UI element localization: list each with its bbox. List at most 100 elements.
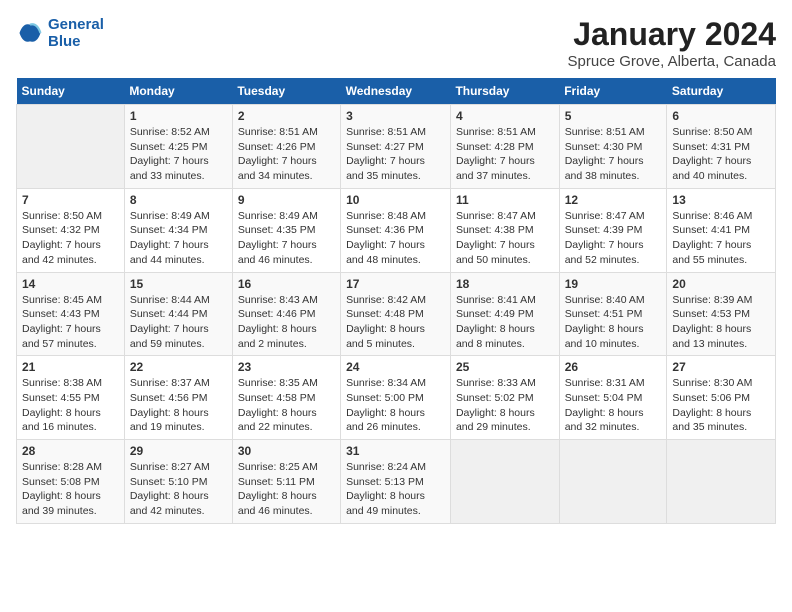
day-info: Sunrise: 8:46 AM Sunset: 4:41 PM Dayligh… (672, 209, 770, 268)
day-info: Sunrise: 8:37 AM Sunset: 4:56 PM Dayligh… (130, 376, 227, 435)
day-number: 14 (22, 277, 119, 291)
day-info: Sunrise: 8:27 AM Sunset: 5:10 PM Dayligh… (130, 460, 227, 519)
calendar-day-cell: 29 Sunrise: 8:27 AM Sunset: 5:10 PM Dayli… (124, 440, 232, 524)
day-number: 13 (672, 193, 770, 207)
calendar-day-cell: 20Sunrise: 8:39 AM Sunset: 4:53 PM Dayli… (667, 272, 776, 356)
day-info: Sunrise: 8:51 AM Sunset: 4:30 PM Dayligh… (565, 125, 662, 184)
calendar-title: January 2024 (568, 16, 776, 53)
day-info: Sunrise: 8:51 AM Sunset: 4:26 PM Dayligh… (238, 125, 335, 184)
day-number: 29 (130, 444, 227, 458)
weekday-header-monday: Monday (124, 78, 232, 105)
day-info: Sunrise: 8:34 AM Sunset: 5:00 PM Dayligh… (346, 376, 445, 435)
day-info: Sunrise: 8:30 AM Sunset: 5:06 PM Dayligh… (672, 376, 770, 435)
day-info: Sunrise: 8:40 AM Sunset: 4:51 PM Dayligh… (565, 293, 662, 352)
calendar-day-cell: 12Sunrise: 8:47 AM Sunset: 4:39 PM Dayli… (559, 188, 667, 272)
day-info: Sunrise: 8:50 AM Sunset: 4:31 PM Dayligh… (672, 125, 770, 184)
calendar-day-cell: 23 Sunrise: 8:35 AM Sunset: 4:58 PM Dayli… (232, 356, 340, 440)
calendar-day-cell: 2 Sunrise: 8:51 AM Sunset: 4:26 PM Daylig… (232, 105, 340, 189)
weekday-header-friday: Friday (559, 78, 667, 105)
day-info: Sunrise: 8:52 AM Sunset: 4:25 PM Dayligh… (130, 125, 227, 184)
weekday-header-wednesday: Wednesday (341, 78, 451, 105)
day-info: Sunrise: 8:35 AM Sunset: 4:58 PM Dayligh… (238, 376, 335, 435)
day-info: Sunrise: 8:49 AM Sunset: 4:35 PM Dayligh… (238, 209, 335, 268)
calendar-day-cell: 9 Sunrise: 8:49 AM Sunset: 4:35 PM Daylig… (232, 188, 340, 272)
calendar-week-row: 21 Sunrise: 8:38 AM Sunset: 4:55 PM Dayli… (17, 356, 776, 440)
weekday-header-tuesday: Tuesday (232, 78, 340, 105)
day-info: Sunrise: 8:51 AM Sunset: 4:27 PM Dayligh… (346, 125, 445, 184)
calendar-day-cell: 13 Sunrise: 8:46 AM Sunset: 4:41 PM Dayli… (667, 188, 776, 272)
day-info: Sunrise: 8:50 AM Sunset: 4:32 PM Dayligh… (22, 209, 119, 268)
day-number: 24 (346, 360, 445, 374)
day-number: 6 (672, 109, 770, 123)
calendar-day-cell: 21 Sunrise: 8:38 AM Sunset: 4:55 PM Dayli… (17, 356, 125, 440)
day-number: 5 (565, 109, 662, 123)
day-info: Sunrise: 8:42 AM Sunset: 4:48 PM Dayligh… (346, 293, 445, 352)
day-info: Sunrise: 8:45 AM Sunset: 4:43 PM Dayligh… (22, 293, 119, 352)
day-number: 12 (565, 193, 662, 207)
day-number: 9 (238, 193, 335, 207)
day-number: 10 (346, 193, 445, 207)
day-number: 15 (130, 277, 227, 291)
calendar-day-cell: 25Sunrise: 8:33 AM Sunset: 5:02 PM Dayli… (450, 356, 559, 440)
day-number: 23 (238, 360, 335, 374)
day-number: 27 (672, 360, 770, 374)
day-number: 8 (130, 193, 227, 207)
calendar-week-row: 1 Sunrise: 8:52 AM Sunset: 4:25 PM Daylig… (17, 105, 776, 189)
calendar-day-cell (17, 105, 125, 189)
calendar-day-cell: 22Sunrise: 8:37 AM Sunset: 4:56 PM Dayli… (124, 356, 232, 440)
day-number: 1 (130, 109, 227, 123)
day-number: 16 (238, 277, 335, 291)
calendar-day-cell: 16 Sunrise: 8:43 AM Sunset: 4:46 PM Dayli… (232, 272, 340, 356)
calendar-day-cell: 18 Sunrise: 8:41 AM Sunset: 4:49 PM Dayli… (450, 272, 559, 356)
day-info: Sunrise: 8:48 AM Sunset: 4:36 PM Dayligh… (346, 209, 445, 268)
logo-line2: Blue (48, 33, 104, 50)
day-number: 18 (456, 277, 554, 291)
calendar-day-cell: 24 Sunrise: 8:34 AM Sunset: 5:00 PM Dayli… (341, 356, 451, 440)
day-number: 2 (238, 109, 335, 123)
calendar-subtitle: Spruce Grove, Alberta, Canada (568, 53, 776, 70)
calendar-day-cell: 27 Sunrise: 8:30 AM Sunset: 5:06 PM Dayli… (667, 356, 776, 440)
day-info: Sunrise: 8:41 AM Sunset: 4:49 PM Dayligh… (456, 293, 554, 352)
day-number: 30 (238, 444, 335, 458)
day-number: 19 (565, 277, 662, 291)
calendar-day-cell: 15 Sunrise: 8:44 AM Sunset: 4:44 PM Dayli… (124, 272, 232, 356)
day-info: Sunrise: 8:39 AM Sunset: 4:53 PM Dayligh… (672, 293, 770, 352)
calendar-day-cell: 26Sunrise: 8:31 AM Sunset: 5:04 PM Dayli… (559, 356, 667, 440)
day-info: Sunrise: 8:51 AM Sunset: 4:28 PM Dayligh… (456, 125, 554, 184)
logo-icon (16, 19, 44, 47)
day-info: Sunrise: 8:49 AM Sunset: 4:34 PM Dayligh… (130, 209, 227, 268)
day-info: Sunrise: 8:25 AM Sunset: 5:11 PM Dayligh… (238, 460, 335, 519)
calendar-day-cell: 7 Sunrise: 8:50 AM Sunset: 4:32 PM Daylig… (17, 188, 125, 272)
calendar-week-row: 14 Sunrise: 8:45 AM Sunset: 4:43 PM Dayli… (17, 272, 776, 356)
title-block: January 2024 Spruce Grove, Alberta, Cana… (568, 16, 776, 70)
calendar-day-cell: 17Sunrise: 8:42 AM Sunset: 4:48 PM Dayli… (341, 272, 451, 356)
day-number: 21 (22, 360, 119, 374)
day-info: Sunrise: 8:24 AM Sunset: 5:13 PM Dayligh… (346, 460, 445, 519)
page-header: General Blue January 2024 Spruce Grove, … (16, 16, 776, 70)
day-number: 26 (565, 360, 662, 374)
day-info: Sunrise: 8:38 AM Sunset: 4:55 PM Dayligh… (22, 376, 119, 435)
logo: General Blue (16, 16, 104, 50)
day-info: Sunrise: 8:43 AM Sunset: 4:46 PM Dayligh… (238, 293, 335, 352)
calendar-day-cell: 4Sunrise: 8:51 AM Sunset: 4:28 PM Daylig… (450, 105, 559, 189)
calendar-day-cell: 3Sunrise: 8:51 AM Sunset: 4:27 PM Daylig… (341, 105, 451, 189)
calendar-week-row: 28 Sunrise: 8:28 AM Sunset: 5:08 PM Dayli… (17, 440, 776, 524)
weekday-header-saturday: Saturday (667, 78, 776, 105)
calendar-day-cell: 11Sunrise: 8:47 AM Sunset: 4:38 PM Dayli… (450, 188, 559, 272)
day-number: 31 (346, 444, 445, 458)
weekday-header-row: SundayMondayTuesdayWednesdayThursdayFrid… (17, 78, 776, 105)
day-info: Sunrise: 8:28 AM Sunset: 5:08 PM Dayligh… (22, 460, 119, 519)
calendar-day-cell (450, 440, 559, 524)
day-number: 7 (22, 193, 119, 207)
calendar-day-cell: 10 Sunrise: 8:48 AM Sunset: 4:36 PM Dayli… (341, 188, 451, 272)
calendar-day-cell (667, 440, 776, 524)
calendar-day-cell: 6 Sunrise: 8:50 AM Sunset: 4:31 PM Daylig… (667, 105, 776, 189)
calendar-day-cell: 5 Sunrise: 8:51 AM Sunset: 4:30 PM Daylig… (559, 105, 667, 189)
calendar-day-cell: 28 Sunrise: 8:28 AM Sunset: 5:08 PM Dayli… (17, 440, 125, 524)
day-info: Sunrise: 8:44 AM Sunset: 4:44 PM Dayligh… (130, 293, 227, 352)
day-number: 25 (456, 360, 554, 374)
day-number: 28 (22, 444, 119, 458)
weekday-header-thursday: Thursday (450, 78, 559, 105)
calendar-day-cell: 14 Sunrise: 8:45 AM Sunset: 4:43 PM Dayli… (17, 272, 125, 356)
logo-line1: General (48, 16, 104, 33)
